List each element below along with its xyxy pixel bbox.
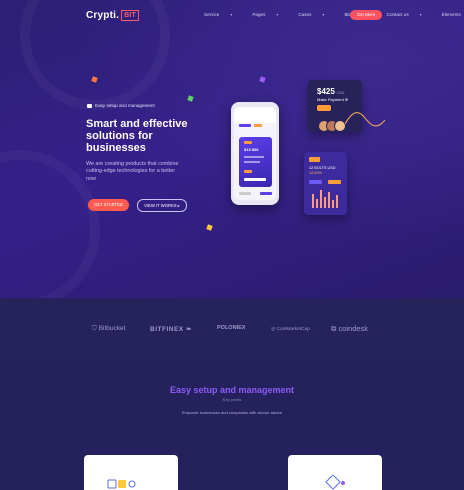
hero-subtitle: We are creating products that combine cu…	[86, 161, 179, 182]
partner-logo-bitbucket: ⛉ Bitbucket	[92, 325, 125, 333]
stats-button	[309, 180, 322, 184]
leaf-icon: ❧	[185, 326, 192, 333]
partner-name: coindesk	[338, 324, 369, 333]
partner-logo-coindesk: ⧉ coindesk	[331, 324, 368, 334]
card-tag	[244, 141, 252, 144]
chevron-down-icon: ▾	[419, 12, 422, 17]
get-started-button[interactable]: GET STARTED	[88, 199, 129, 211]
logo[interactable]: Crypti. BIT	[86, 10, 139, 21]
phone-tab	[254, 124, 262, 127]
nav-item-label: Elements	[441, 12, 461, 17]
nav-item-label: Pages	[252, 12, 266, 17]
feature-illustration	[107, 479, 136, 489]
hero-eyebrow: Easy setup and management	[87, 103, 155, 108]
get-token-button[interactable]: Get token	[350, 10, 382, 20]
payment-tag	[317, 105, 331, 111]
page: Crypti.BIT Service▾ Pages▾ Cases▾ Blog▾ …	[0, 0, 464, 490]
chevron-down-icon: ▾	[276, 12, 279, 17]
stats-bar	[312, 194, 314, 208]
nav-item-label: Cases	[298, 12, 312, 17]
stats-bar	[316, 199, 318, 208]
payment-trend-line	[345, 112, 385, 127]
phone-footer-pill	[260, 192, 272, 195]
nav-item-label: Contact us	[386, 12, 409, 17]
payment-amount: $425	[317, 87, 335, 96]
stats-bar	[332, 200, 334, 208]
phone-tab	[239, 124, 251, 127]
card-button	[244, 170, 252, 173]
features-section	[0, 360, 464, 490]
stats-line-2: 12,00%	[309, 171, 322, 175]
logo-suffix: BIT	[121, 10, 139, 21]
partner-name: CoinMarketCap	[276, 327, 310, 332]
partner-logo-coinmarketcap: ◎ CoinMarketCap	[271, 327, 310, 332]
stats-tag	[309, 157, 320, 162]
card-button	[244, 178, 266, 181]
partner-logo-poloniex: POLONIEX	[217, 325, 245, 331]
hero-eyebrow-text: Easy setup and management	[95, 103, 155, 108]
section-description: Empower businesses and companies with se…	[181, 410, 283, 415]
view-how-it-works-button[interactable]: VIEW IT WORKS ▸	[137, 199, 187, 212]
logo-name: Crypti.	[86, 10, 120, 21]
phone-mockup: $13 806	[231, 102, 279, 205]
partner-name: Bitbucket	[98, 325, 126, 332]
stats-button	[328, 180, 341, 184]
card-line	[244, 156, 264, 158]
nav-item-cases[interactable]: Cases ▾	[298, 12, 334, 17]
partner-logo-bitfinex: BITFINEX ❧	[150, 325, 192, 333]
nav-item-pages[interactable]: Pages ▾	[252, 12, 288, 17]
feature-card[interactable]	[288, 455, 382, 490]
coindesk-icon: ⧉	[331, 324, 337, 333]
coinmarketcap-icon: ◎	[271, 327, 276, 332]
card-line	[244, 161, 260, 163]
feature-illustration	[325, 475, 345, 490]
nav-item-elements[interactable]: Elements▾	[442, 12, 464, 17]
stats-bar	[328, 192, 330, 208]
partner-name: BITFINEX	[150, 326, 184, 333]
bitbucket-icon: ⛉	[92, 325, 97, 332]
phone-footer-pill	[239, 192, 251, 195]
feature-card[interactable]	[84, 455, 178, 490]
chevron-down-icon: ▾	[322, 12, 325, 17]
top-navigation: Crypti.BIT Service▾ Pages▾ Cases▾ Blog▾ …	[0, 0, 464, 30]
stats-bar	[336, 195, 338, 208]
phone-balance-card: $13 806	[239, 137, 272, 187]
partner-name: POLONIEX	[217, 325, 246, 331]
nav-item-label: Service	[204, 12, 220, 17]
main-menu: Service▾ Pages▾ Cases▾ Blog▾ Contact us▾…	[204, 12, 464, 17]
payment-label: Make Payment ⊕	[317, 97, 349, 102]
decorative-ring	[0, 150, 100, 310]
payment-value: $425 USD	[317, 87, 344, 96]
section-subtitle: Key points	[222, 397, 242, 402]
payment-unit: USD	[337, 91, 345, 95]
stats-line-1: 12 BOLTS USD	[309, 166, 336, 170]
stats-bar	[324, 197, 326, 208]
card-amount: $13 806	[244, 147, 259, 152]
nav-item-service[interactable]: Service ▾	[204, 12, 242, 17]
hero-title: Smart and effective solutions for busine…	[86, 118, 188, 154]
envelope-icon	[87, 103, 92, 108]
phone-screen: $13 806	[234, 107, 276, 200]
stats-card: 12 BOLTS USD 12,00%	[304, 152, 347, 215]
chevron-down-icon: ▾	[230, 12, 233, 17]
stats-bar	[320, 190, 322, 208]
nav-item-contact[interactable]: Contact us ▾	[387, 12, 432, 17]
phone-header	[234, 107, 276, 123]
section-title: Easy setup and management	[169, 385, 295, 395]
